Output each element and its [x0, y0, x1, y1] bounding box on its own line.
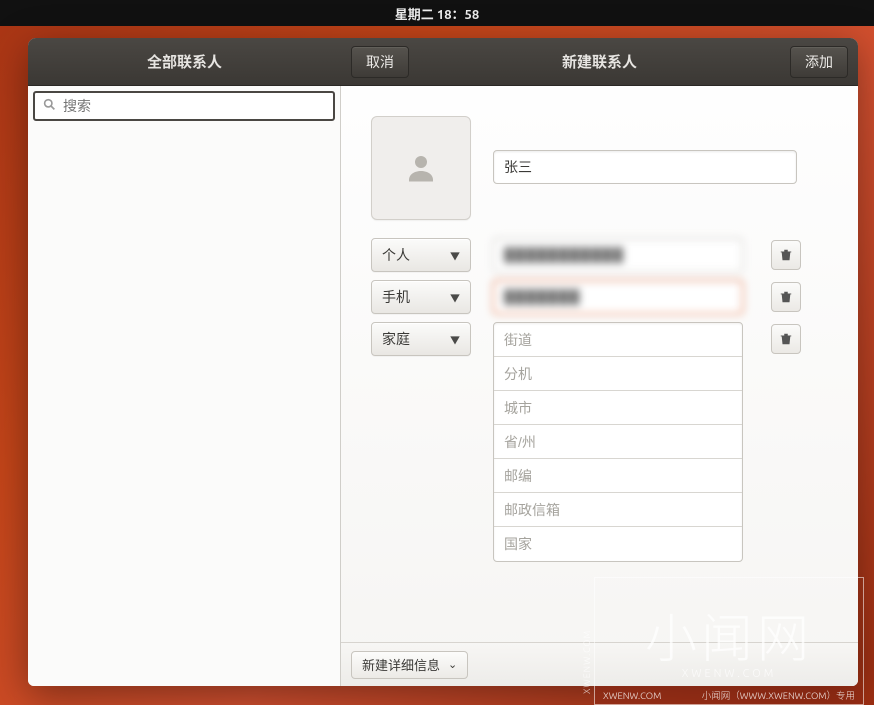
- titlebar-left-title: 全部联系人: [28, 51, 341, 72]
- address-row: 家庭 ▼: [371, 322, 848, 562]
- add-button-label: 添加: [805, 52, 833, 72]
- email-type-label: 个人: [382, 245, 410, 265]
- delete-address-button[interactable]: [771, 324, 801, 354]
- sidebar: [28, 86, 341, 686]
- watermark-bar: XWENW.COM 小闻网（WWW.XWENW.COM）专用: [595, 686, 863, 704]
- country-input[interactable]: [494, 527, 742, 561]
- avatar-placeholder[interactable]: [371, 116, 471, 220]
- watermark-bar-right: 小闻网（WWW.XWENW.COM）专用: [702, 688, 855, 702]
- phone-input[interactable]: [493, 280, 743, 314]
- address-type-combo[interactable]: 家庭 ▼: [371, 322, 471, 356]
- phone-type-label: 手机: [382, 287, 410, 307]
- city-input[interactable]: [494, 391, 742, 425]
- pobox-input[interactable]: [494, 493, 742, 527]
- delete-phone-button[interactable]: [771, 282, 801, 312]
- street-input[interactable]: [494, 323, 742, 357]
- titlebar: 全部联系人 取消 新建联系人 添加: [28, 38, 858, 86]
- system-topbar: 星期二 18：58: [0, 0, 874, 26]
- trash-icon: [779, 248, 793, 262]
- address-stack: [493, 322, 743, 562]
- contacts-window: 全部联系人 取消 新建联系人 添加: [28, 38, 858, 686]
- trash-icon: [779, 332, 793, 346]
- cancel-button-label: 取消: [366, 52, 394, 72]
- cancel-button[interactable]: 取消: [351, 46, 409, 78]
- search-icon: [35, 98, 63, 114]
- phone-row: 手机 ▼: [371, 280, 848, 314]
- ext-input[interactable]: [494, 357, 742, 391]
- new-detail-label: 新建详细信息: [362, 655, 440, 674]
- email-field-col: [493, 238, 743, 272]
- titlebar-right: 取消 新建联系人 添加: [341, 46, 858, 78]
- main-panel: 个人 ▼ 手机 ▼: [341, 86, 858, 686]
- zip-input[interactable]: [494, 459, 742, 493]
- search-field[interactable]: [33, 91, 335, 121]
- watermark-bar-left: XWENW.COM: [603, 690, 661, 701]
- email-type-combo[interactable]: 个人 ▼: [371, 238, 471, 272]
- add-button[interactable]: 添加: [790, 46, 848, 78]
- form-footer: 新建详细信息 ⌄: [341, 642, 858, 686]
- search-input[interactable]: [63, 93, 333, 119]
- email-row: 个人 ▼: [371, 238, 848, 272]
- trash-icon: [779, 290, 793, 304]
- caret-down-icon: ▼: [450, 248, 460, 263]
- search-wrap: [28, 86, 340, 126]
- phone-field-col: [493, 280, 743, 314]
- name-input[interactable]: [493, 150, 797, 184]
- window-body: 个人 ▼ 手机 ▼: [28, 86, 858, 686]
- titlebar-center-title: 新建联系人: [409, 51, 790, 72]
- caret-down-icon: ▼: [450, 332, 460, 347]
- clock-text: 星期二 18：58: [395, 4, 479, 23]
- person-icon: [403, 150, 439, 186]
- state-input[interactable]: [494, 425, 742, 459]
- email-input[interactable]: [493, 238, 743, 272]
- name-row: [371, 116, 848, 220]
- new-detail-button[interactable]: 新建详细信息 ⌄: [351, 651, 468, 679]
- contact-form: 个人 ▼ 手机 ▼: [341, 86, 858, 642]
- chevron-down-icon: ⌄: [448, 658, 457, 671]
- caret-down-icon: ▼: [450, 290, 460, 305]
- delete-email-button[interactable]: [771, 240, 801, 270]
- phone-type-combo[interactable]: 手机 ▼: [371, 280, 471, 314]
- address-type-label: 家庭: [382, 329, 410, 349]
